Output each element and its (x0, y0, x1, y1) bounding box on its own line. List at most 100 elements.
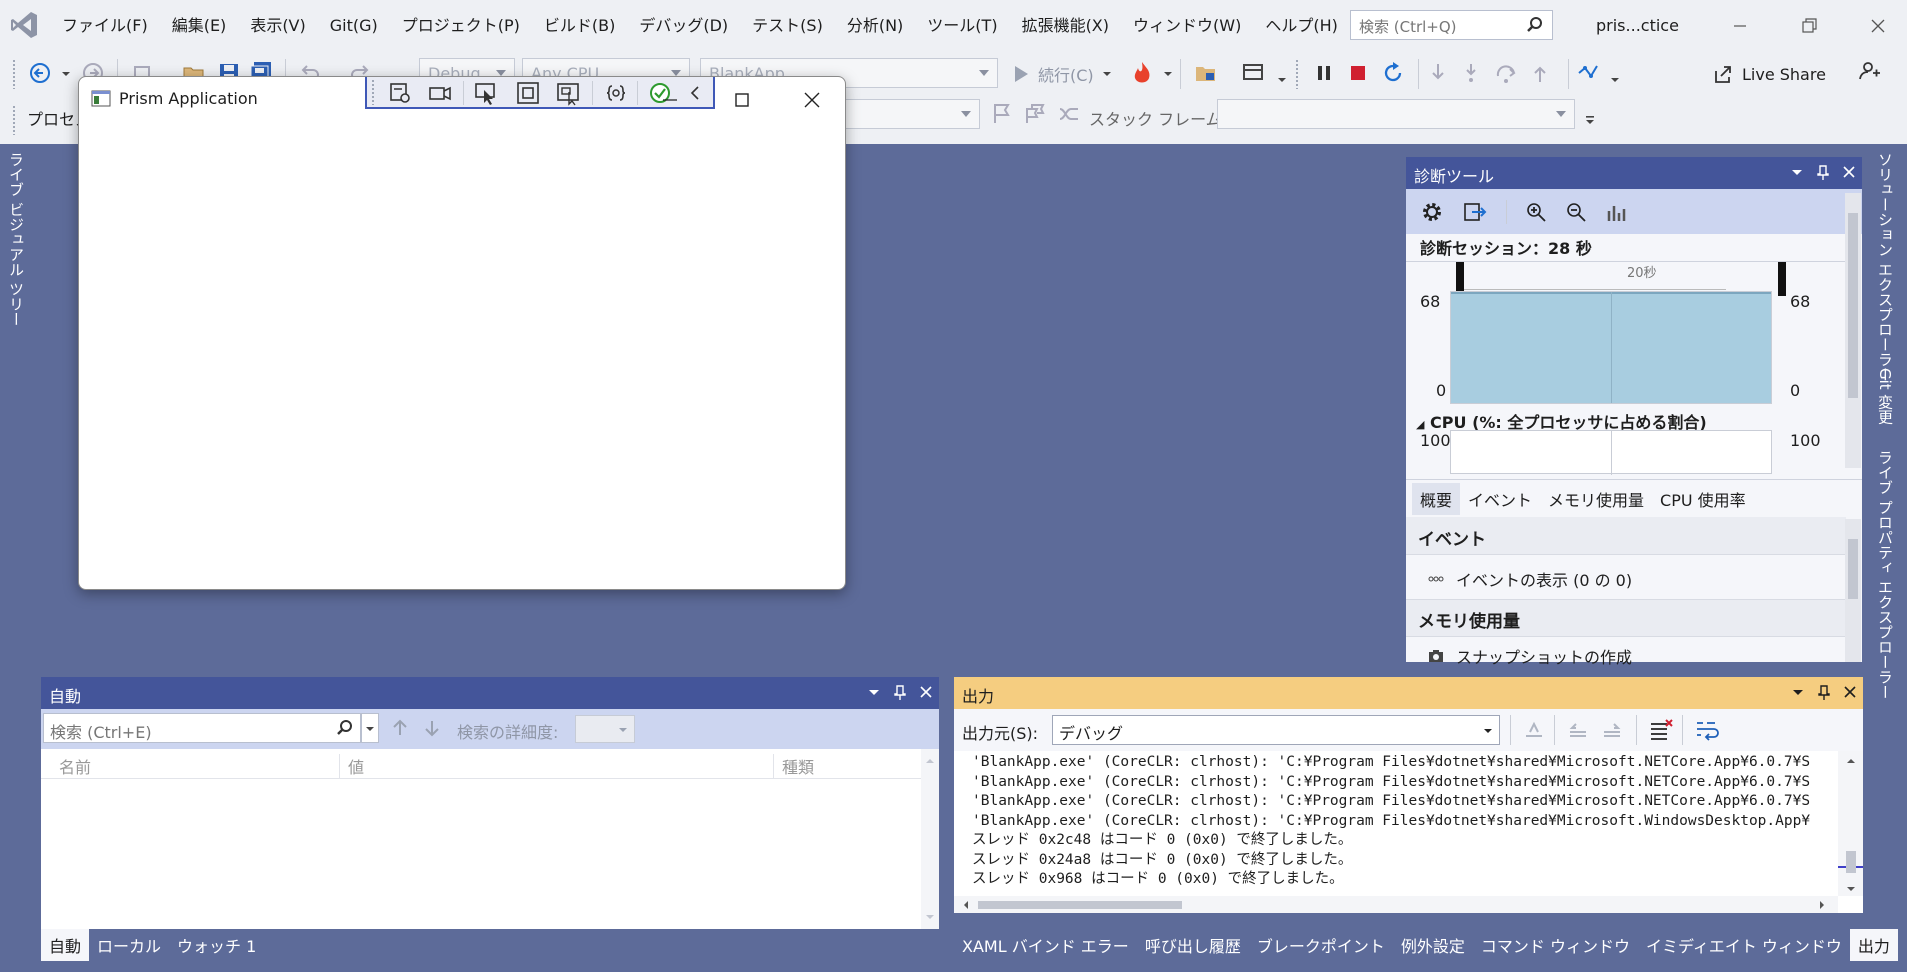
select-element-icon[interactable] (473, 80, 499, 106)
export-icon[interactable] (1462, 200, 1488, 224)
hot-reload-dropdown-icon[interactable] (1163, 70, 1173, 78)
show-events-link[interactable]: イベントの表示 (0 の 0) (1428, 567, 1632, 591)
diagnostic-tab-3[interactable]: CPU 使用率 (1652, 483, 1754, 515)
step-over-icon[interactable] (1458, 60, 1484, 86)
output-scroll-up-icon[interactable] (1846, 757, 1856, 765)
go-to-live-visual-tree-icon[interactable] (387, 80, 413, 106)
runtime-toolbar-grip[interactable] (371, 79, 376, 105)
output-tab-0[interactable]: XAML バインド エラー (954, 929, 1137, 961)
back-icon[interactable] (27, 60, 53, 86)
column-value[interactable]: 値 (339, 754, 364, 778)
collapse-toolbar-icon[interactable] (685, 82, 705, 104)
prism-close-icon[interactable] (799, 87, 825, 113)
menu-item-6[interactable]: デバッグ(D) (627, 0, 740, 51)
toggle-word-wrap-icon[interactable] (1694, 718, 1720, 742)
autos-header[interactable]: 自動 (41, 677, 939, 709)
overflow-dropdown-icon[interactable] (1610, 76, 1620, 84)
layout-icon[interactable] (1240, 60, 1266, 86)
process-select-tail[interactable] (840, 99, 980, 129)
autos-tab-0[interactable]: 自動 (41, 929, 89, 961)
search-next-icon[interactable] (421, 717, 443, 739)
autos-tab-1[interactable]: ローカル (89, 929, 169, 961)
menu-item-12[interactable]: ヘルプ(H) (1253, 0, 1350, 51)
quick-search-input[interactable]: 検索 (Ctrl+Q) (1350, 10, 1553, 40)
menu-item-8[interactable]: 分析(N) (835, 0, 915, 51)
autos-scroll-down-icon[interactable] (925, 913, 935, 921)
toolbar-grip[interactable] (12, 59, 17, 89)
step-back-icon[interactable] (1527, 60, 1553, 86)
zoom-out-icon[interactable] (1565, 201, 1587, 223)
thread-filter-icon[interactable] (1056, 101, 1082, 127)
live-visual-tree-tab[interactable]: ライブ ビジュアル ツリー (6, 152, 27, 327)
menu-item-10[interactable]: 拡張機能(X) (1010, 0, 1121, 51)
live-share-button[interactable]: Live Share (1712, 59, 1826, 89)
minimize-icon[interactable] (1726, 12, 1754, 40)
autos-search-dropdown[interactable] (361, 713, 379, 743)
output-tab-5[interactable]: イミディエイト ウィンドウ (1638, 929, 1850, 961)
timeline-ruler[interactable]: 20秒 (1406, 261, 1846, 291)
output-tab-3[interactable]: 例外設定 (1393, 929, 1473, 961)
timeline-end-handle[interactable] (1778, 262, 1786, 296)
binding-failures-icon[interactable] (603, 80, 629, 106)
find-message-in-code-icon[interactable] (1522, 718, 1546, 742)
prism-minimize-icon[interactable] (657, 87, 683, 113)
autos-dropdown-icon[interactable] (867, 685, 881, 699)
stack-frame-select[interactable] (1217, 99, 1575, 129)
menu-item-1[interactable]: 編集(E) (160, 0, 239, 51)
next-message-icon[interactable] (1600, 718, 1624, 742)
output-dropdown-icon[interactable] (1791, 685, 1805, 699)
autos-search-input[interactable]: 検索 (Ctrl+E) (43, 713, 361, 743)
select-tools-icon[interactable] (1605, 201, 1627, 223)
show-next-statement-icon[interactable] (1193, 60, 1219, 86)
prism-application-window[interactable]: Prism Application (78, 76, 846, 590)
restart-icon[interactable] (1380, 60, 1406, 86)
output-tab-4[interactable]: コマンド ウィンドウ (1473, 929, 1638, 961)
menu-item-2[interactable]: 表示(V) (238, 0, 317, 51)
live-property-explorer-tab[interactable]: ライブ プロパティ エクスプローラー (1875, 450, 1896, 700)
search-depth-select[interactable] (575, 715, 635, 743)
search-previous-icon[interactable] (389, 717, 411, 739)
prism-title-bar[interactable]: Prism Application (79, 77, 845, 122)
autos-tab-2[interactable]: ウォッチ 1 (169, 929, 264, 961)
layout-dropdown-icon[interactable] (1277, 76, 1287, 84)
solution-explorer-tab[interactable]: ソリューション エクスプローラー (1875, 152, 1896, 382)
autos-close-icon[interactable] (919, 685, 933, 699)
memory-graph[interactable] (1450, 291, 1772, 404)
output-source-select[interactable]: デバッグ (1052, 715, 1500, 745)
menu-item-5[interactable]: ビルド(B) (532, 0, 627, 51)
output-scroll-right-icon[interactable] (1818, 900, 1826, 910)
output-vertical-scrollbar[interactable] (1838, 751, 1863, 896)
output-header[interactable]: 出力 (954, 677, 1863, 709)
flag-thread-icon[interactable] (989, 101, 1015, 127)
pin-icon[interactable] (1816, 165, 1830, 181)
column-type[interactable]: 種類 (773, 754, 814, 778)
hot-reload-icon[interactable] (1129, 60, 1155, 86)
track-focused-element-icon[interactable] (555, 80, 581, 106)
toolbar2-overflow-icon[interactable] (1585, 116, 1595, 126)
restore-icon[interactable] (1795, 12, 1823, 40)
diagnostic-tab-2[interactable]: メモリ使用量 (1540, 483, 1652, 515)
continue-button[interactable]: 続行(C) (1012, 59, 1112, 89)
stop-icon[interactable] (1345, 60, 1371, 86)
live-visual-tree-tool-icon[interactable] (1575, 60, 1601, 86)
autos-pin-icon[interactable] (893, 685, 907, 701)
diagnostic-tools-header[interactable]: 診断ツール (1406, 157, 1862, 189)
cpu-graph[interactable] (1450, 430, 1772, 474)
close-icon[interactable] (1864, 12, 1892, 40)
take-snapshot-link[interactable]: スナップショットの作成 (1428, 644, 1632, 668)
output-tab-1[interactable]: 呼び出し履歴 (1137, 929, 1249, 961)
menu-item-9[interactable]: ツール(T) (915, 0, 1009, 51)
back-dropdown-icon[interactable] (61, 70, 71, 78)
diagnostic-tab-0[interactable]: 概要 (1412, 483, 1460, 515)
diag-lower-scrollbar[interactable] (1845, 519, 1861, 662)
diag-upper-scrollbar[interactable] (1845, 193, 1861, 468)
step-into-icon[interactable] (1425, 60, 1451, 86)
output-close-icon[interactable] (1843, 685, 1857, 699)
menu-item-11[interactable]: ウィンドウ(W) (1121, 0, 1253, 51)
settings-icon[interactable] (1420, 200, 1444, 224)
zoom-in-icon[interactable] (1525, 201, 1547, 223)
step-out-icon[interactable] (1493, 60, 1519, 86)
feedback-icon[interactable] (1857, 58, 1883, 84)
git-changes-tab[interactable]: Git 変更 (1875, 368, 1896, 424)
debug-toolbar-grip[interactable] (1295, 59, 1300, 89)
